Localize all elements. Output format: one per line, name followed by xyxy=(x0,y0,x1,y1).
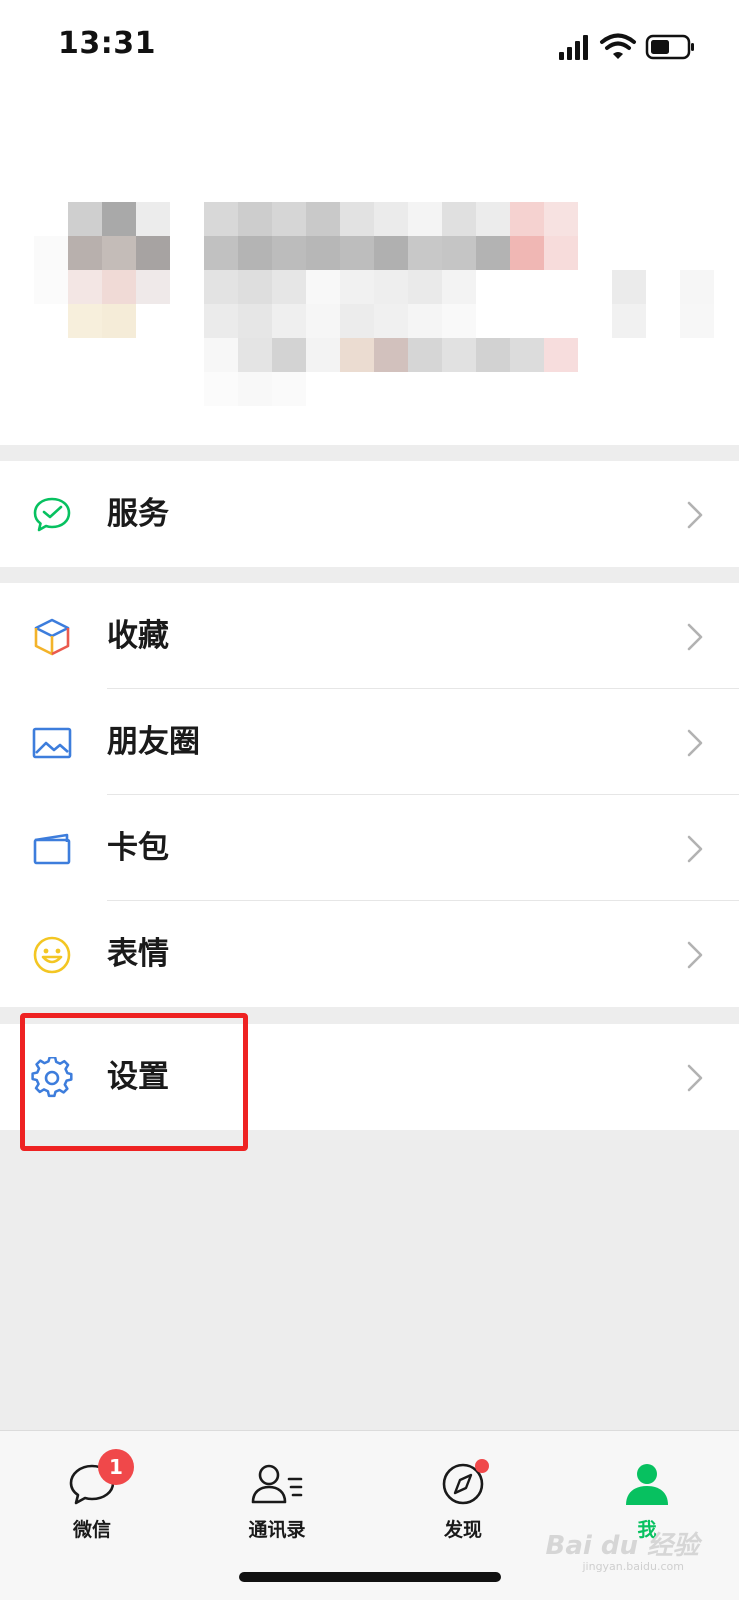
wifi-icon xyxy=(600,33,636,59)
menu-item-label: 服务 xyxy=(107,496,169,532)
menu-item-label: 朋友圈 xyxy=(107,724,200,760)
menu-item-moments[interactable]: 朋友圈 xyxy=(0,689,739,795)
menu-item-label: 表情 xyxy=(107,936,169,972)
wechat-me-screen: 13:31 服务 收藏 朋友圈 卡包 表情 设置 1 微信 通讯录 发现 我 B… xyxy=(0,0,739,1600)
status-icons xyxy=(559,32,699,62)
contacts-icon xyxy=(251,1464,303,1504)
chevron-right-icon xyxy=(687,729,703,757)
group-services: 服务 xyxy=(0,461,739,567)
chevron-right-icon xyxy=(687,835,703,863)
status-bar: 13:31 xyxy=(0,0,739,92)
menu-item-label: 卡包 xyxy=(107,830,169,866)
signal-icon xyxy=(559,35,588,60)
tab-contacts[interactable]: 通讯录 xyxy=(217,1461,337,1561)
chevron-right-icon xyxy=(687,623,703,651)
baidu-watermark: Bai du 经验 xyxy=(545,1531,700,1561)
person-icon xyxy=(626,1464,668,1505)
tab-label: 发现 xyxy=(443,1519,482,1541)
baidu-watermark-url: jingyan.baidu.com xyxy=(582,1560,684,1573)
tab-label: 通讯录 xyxy=(248,1519,306,1541)
tab-chats[interactable]: 1 微信 xyxy=(32,1449,152,1561)
favorites-cube-icon xyxy=(31,616,73,658)
moments-picture-icon xyxy=(31,722,73,764)
profile-header[interactable] xyxy=(0,92,739,445)
chevron-right-icon xyxy=(687,501,703,529)
card-wallet-icon xyxy=(31,828,73,870)
menu-item-services[interactable]: 服务 xyxy=(0,461,739,567)
menu-item-card-wallet[interactable]: 卡包 xyxy=(0,795,739,901)
chevron-right-icon xyxy=(687,1064,703,1092)
qr-code-icon[interactable] xyxy=(612,270,716,338)
avatar[interactable] xyxy=(34,202,170,338)
tab-discover[interactable]: 发现 xyxy=(403,1459,523,1561)
home-indicator[interactable] xyxy=(239,1572,501,1582)
new-content-dot xyxy=(475,1459,489,1473)
status-time: 13:31 xyxy=(58,26,156,61)
wechat-pay-icon xyxy=(31,494,73,536)
profile-name-blurred xyxy=(204,202,578,406)
chevron-right-icon xyxy=(687,941,703,969)
menu-item-stickers[interactable]: 表情 xyxy=(0,901,739,1007)
group-features: 收藏 朋友圈 卡包 表情 xyxy=(0,583,739,1007)
menu-item-favorites[interactable]: 收藏 xyxy=(0,583,739,689)
highlight-annotation xyxy=(20,1013,248,1151)
unread-badge: 1 xyxy=(98,1449,134,1485)
battery-icon xyxy=(645,34,694,60)
menu-item-label: 收藏 xyxy=(107,618,169,654)
smiley-icon xyxy=(31,934,73,976)
tab-label: 微信 xyxy=(72,1519,111,1541)
